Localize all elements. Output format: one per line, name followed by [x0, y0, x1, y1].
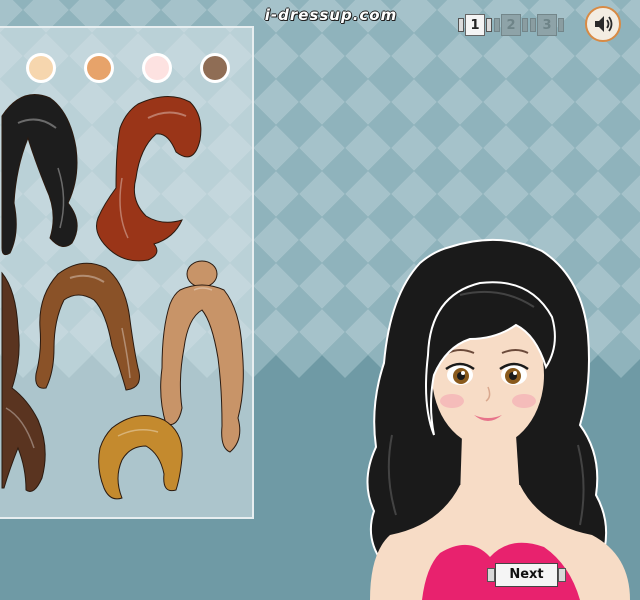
page-tab-label: 3	[537, 14, 557, 36]
hair-option-brown-long-wavy[interactable]	[35, 262, 140, 391]
dress-up-model	[366, 238, 630, 600]
page-tab-label: 1	[465, 14, 485, 36]
page-tab-3[interactable]: 3	[530, 12, 564, 38]
next-button[interactable]: Next	[487, 563, 566, 587]
speaker-icon	[595, 16, 613, 32]
skin-tone-swatch[interactable]	[84, 53, 114, 83]
hair-option-golden-bob[interactable]	[98, 415, 183, 500]
hair-option-light-brown-bun[interactable]	[160, 260, 244, 453]
skin-tone-swatch[interactable]	[142, 53, 172, 83]
skin-tone-swatch[interactable]	[200, 53, 230, 83]
page-tab-1[interactable]: 1	[458, 12, 492, 38]
page-tab-label: 2	[501, 14, 521, 36]
next-button-label: Next	[495, 563, 558, 587]
next-button-cap-left	[487, 568, 495, 582]
site-logo[interactable]: i-dressup.com	[236, 6, 426, 24]
page-tab-2[interactable]: 2	[494, 12, 528, 38]
hair-selection-panel	[0, 26, 254, 519]
hair-option-long-black-wavy[interactable]	[1, 94, 78, 256]
hair-option-red-side-swept[interactable]	[96, 96, 202, 262]
next-button-cap-right	[558, 568, 566, 582]
skin-tone-swatch[interactable]	[26, 53, 56, 83]
sound-toggle-button[interactable]	[585, 6, 621, 42]
